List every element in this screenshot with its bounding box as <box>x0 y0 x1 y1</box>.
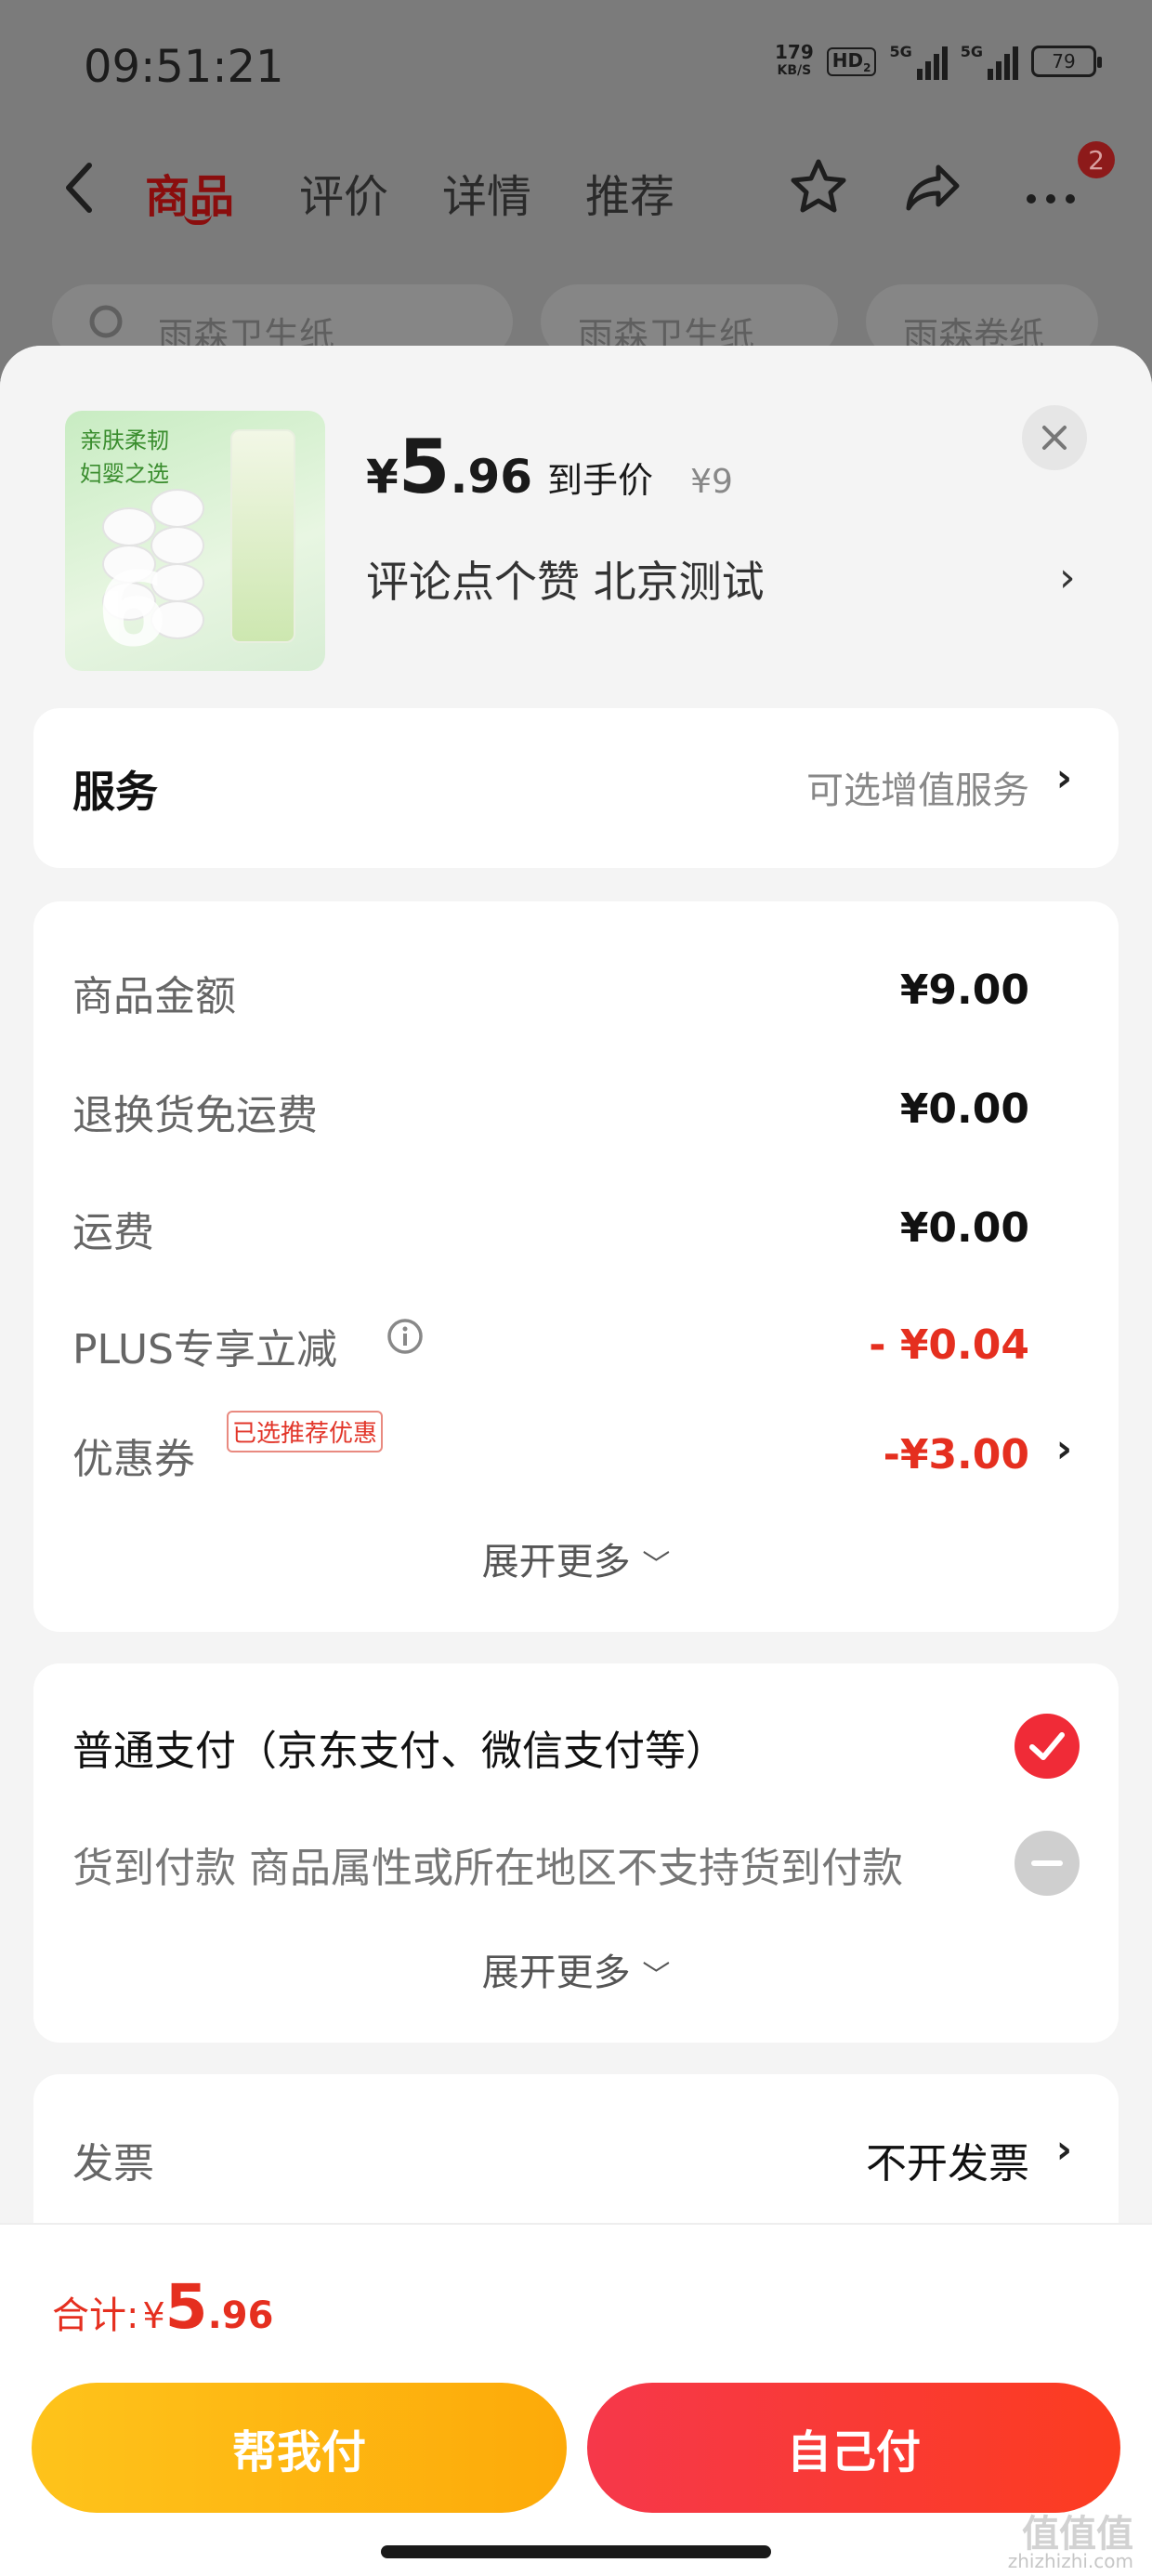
disabled-radio-icon <box>1015 1831 1080 1896</box>
amounts-card: 商品金额 ¥9.00 退换货免运费 ¥0.00 运费 ¥0.00 PLUS专享立… <box>33 901 1119 1632</box>
original-price: ¥9 <box>690 463 733 501</box>
tab-reviews[interactable]: 评价 <box>299 160 388 225</box>
chevron-down-icon: ﹀ <box>642 1960 671 1992</box>
watermark-url: zhizhizhi.com <box>1007 2550 1133 2572</box>
payment-cod: 货到付款 商品属性或所在地区不支持货到付款 <box>72 1845 903 1892</box>
chevron-down-icon: ﹀ <box>642 1549 671 1582</box>
search-icon <box>89 305 123 338</box>
spec-selection[interactable]: 评论点个赞 北京测试 <box>366 548 765 610</box>
amount-value-goods: ¥9.00 <box>899 966 1029 1014</box>
status-icons: 179 KB/S HD2 5G 5G 79 <box>775 41 1102 80</box>
amount-value-return-shipping: ¥0.00 <box>899 1085 1029 1133</box>
service-card[interactable]: 服务 可选增值服务 › <box>33 708 1119 868</box>
back-arrow-icon[interactable] <box>56 160 106 216</box>
signal-icon-sim1: 5G <box>889 43 948 80</box>
checkmark-icon <box>1029 1732 1065 1760</box>
info-icon[interactable] <box>385 1316 425 1357</box>
amount-value-coupon[interactable]: -¥3.00 <box>884 1431 1029 1479</box>
expand-more-button[interactable]: 展开更多 ﹀ <box>33 1942 1119 1996</box>
invoice-label: 发票 <box>72 2140 154 2188</box>
checked-radio[interactable] <box>1015 1714 1080 1779</box>
close-button[interactable] <box>1022 405 1087 470</box>
pay-myself-button[interactable]: 自己付 <box>587 2383 1120 2513</box>
battery-icon: 79 <box>1031 46 1102 77</box>
chevron-right-icon[interactable]: › <box>1059 554 1076 601</box>
service-value: 可选增值服务 <box>806 769 1029 812</box>
amount-value-shipping: ¥0.00 <box>899 1204 1029 1252</box>
chevron-right-icon: › <box>1055 755 1072 800</box>
background-page: 09:51:21 179 KB/S HD2 5G 5G 79 商品 评价 详情 … <box>0 0 1152 372</box>
star-favorite-icon[interactable] <box>786 154 851 219</box>
invoice-value: 不开发票 <box>866 2140 1029 2188</box>
product-nav-bar: 商品 评价 详情 推荐 <box>0 139 1152 232</box>
final-price: ¥ 5 .96 到手价 ¥9 <box>366 424 733 510</box>
amount-label-goods: 商品金额 <box>72 973 236 1020</box>
chevron-right-icon: › <box>1055 2126 1072 2172</box>
more-icon[interactable] <box>1018 154 1083 219</box>
product-summary: 亲肤柔韧 妇婴之选 6 ¥ 5 .96 到手价 ¥9 评论点个赞 北京测试 › <box>0 346 1152 708</box>
status-time: 09:51:21 <box>84 41 284 93</box>
tab-recommend[interactable]: 推荐 <box>585 160 674 225</box>
bottom-pay-bar: 合计: ¥ 5 .96 帮我付 自己付 值值值 zhizhizhi.com <box>0 2223 1152 2576</box>
share-icon[interactable] <box>901 154 966 219</box>
amount-value-plus: - ¥0.04 <box>869 1321 1029 1369</box>
amount-label-return-shipping: 退换货免运费 <box>72 1092 318 1139</box>
signal-icon-sim2: 5G <box>961 43 1018 80</box>
payment-normal[interactable]: 普通支付（京东支付、微信支付等） <box>72 1717 727 1777</box>
help-me-pay-button[interactable]: 帮我付 <box>32 2383 567 2513</box>
service-title: 服务 <box>72 767 158 817</box>
coupon-recommend-tag: 已选推荐优惠 <box>227 1411 384 1452</box>
amount-label-coupon: 优惠券 <box>72 1436 195 1483</box>
hd-voice-icon: HD2 <box>826 46 877 76</box>
order-total: 合计: ¥ 5 .96 <box>52 2271 274 2343</box>
tab-details[interactable]: 详情 <box>442 160 531 225</box>
status-bar: 09:51:21 179 KB/S HD2 5G 5G 79 <box>0 0 1152 139</box>
home-indicator[interactable] <box>381 2545 771 2558</box>
notification-badge: 2 <box>1078 141 1115 178</box>
network-speed: 179 KB/S <box>775 41 814 78</box>
amount-label-shipping: 运费 <box>72 1209 154 1256</box>
expand-more-button[interactable]: 展开更多 ﹀ <box>33 1531 1119 1585</box>
payment-method-card: 普通支付（京东支付、微信支付等） 货到付款 商品属性或所在地区不支持货到付款 展… <box>33 1663 1119 2043</box>
product-image: 亲肤柔韧 妇婴之选 6 <box>65 411 325 671</box>
chevron-right-icon[interactable]: › <box>1056 1426 1072 1471</box>
amount-label-plus: PLUS专享立减 <box>72 1326 337 1373</box>
close-icon <box>1042 426 1067 450</box>
